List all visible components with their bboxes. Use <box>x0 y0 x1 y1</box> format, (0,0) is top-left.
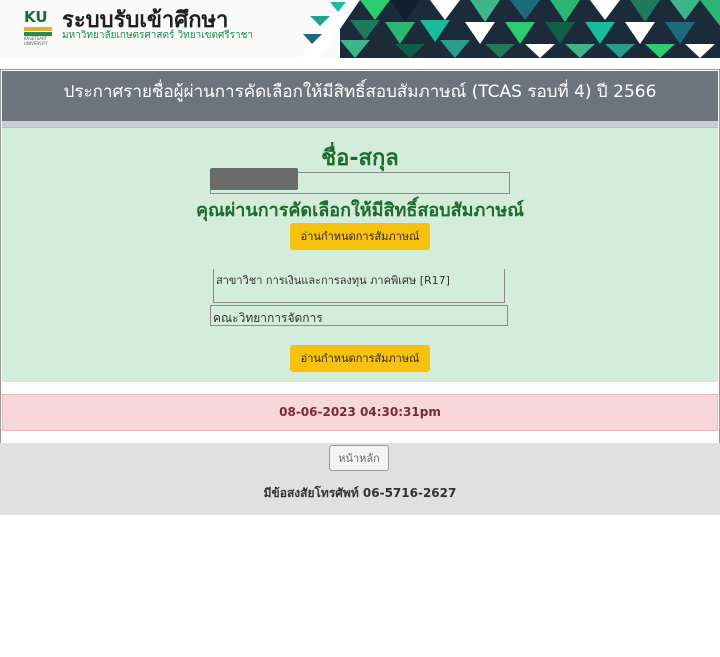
site-header: KU KASETSART UNIVERSITY ระบบรับเข้าศึกษา… <box>0 0 720 58</box>
ku-logo[interactable]: KU KASETSART UNIVERSITY <box>24 8 52 46</box>
pass-message: คุณผ่านการคัดเลือกให้มีสิทธิ์สอบสัมภาษณ์ <box>196 200 524 221</box>
brand-subtitle: มหาวิทยาลัยเกษตรศาสตร์ วิทยาเขตศรีราชา <box>62 30 254 41</box>
home-button[interactable]: หน้าหลัก <box>329 445 389 471</box>
major-field: สาขาวิชา การเงินและการลงทุน ภาคพิเศษ [R1… <box>213 269 505 303</box>
redacted-name <box>210 168 298 190</box>
read-interview-schedule-button-2[interactable]: อ่านกำหนดการสัมภาษณ์ <box>290 345 430 372</box>
logo-text: KU <box>24 8 48 26</box>
contact-info: มีข้อสงสัยโทรศัพท์ 06-5716-2627 <box>263 486 457 500</box>
read-interview-schedule-button[interactable]: อ่านกำหนดการสัมภาษณ์ <box>290 223 430 250</box>
faculty-field: คณะวิทยาการจัดการ <box>210 305 508 326</box>
name-label: ชื่อ-สกุล <box>321 146 399 171</box>
header-pattern-image <box>300 0 720 58</box>
logo-small-text: KASETSART UNIVERSITY <box>24 36 48 46</box>
page-title: ประกาศรายชื่อผู้ผ่านการคัดเลือกให้มีสิทธ… <box>2 71 718 121</box>
timestamp-bar: 08-06-2023 04:30:31pm <box>2 394 718 431</box>
